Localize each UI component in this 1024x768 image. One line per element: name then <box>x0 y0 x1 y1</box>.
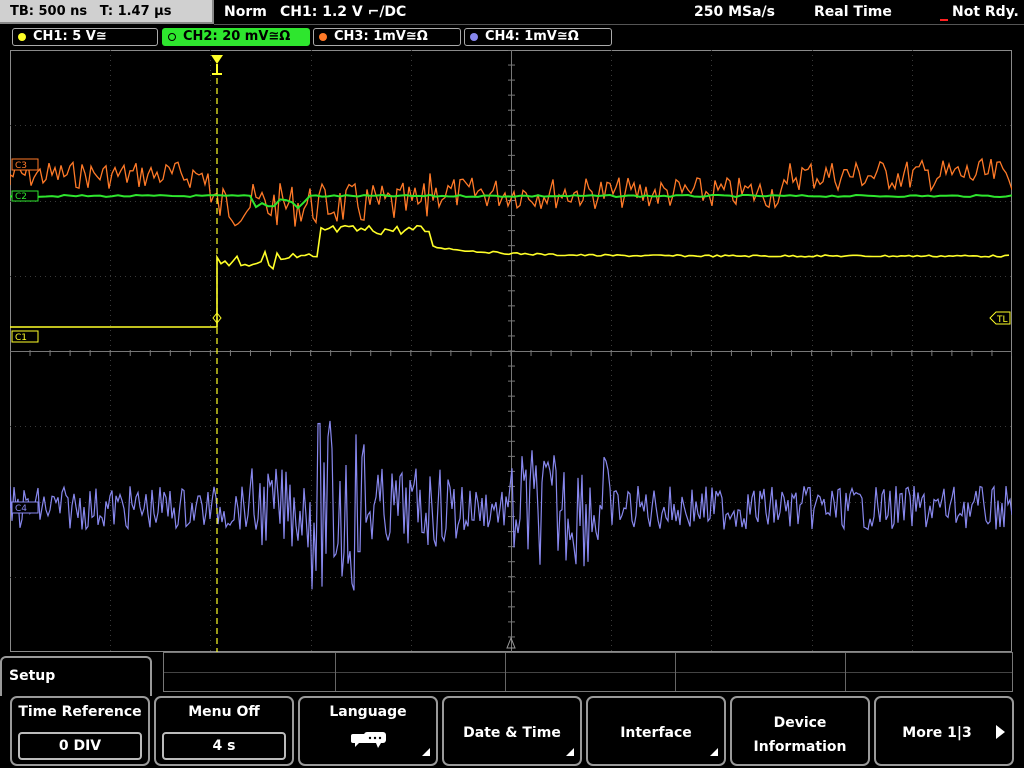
time-reference-value: 0 DIV <box>18 732 142 760</box>
trigger-mode: Norm <box>224 4 267 20</box>
ch4-dot-icon <box>470 33 478 41</box>
ch4-marker-label: C4 <box>15 504 27 514</box>
timeline-tick <box>335 653 336 691</box>
tab-ch4[interactable]: CH4: 1mV≅Ω <box>464 28 612 46</box>
timebase-readout: TB: 500 ns <box>10 4 88 19</box>
memory-timeline <box>163 652 1013 692</box>
ch3-marker-label: C3 <box>15 161 27 171</box>
ch1-dot-icon <box>18 33 26 41</box>
trigger-level-marker[interactable]: TL <box>989 311 1011 325</box>
more-button[interactable]: More 1|3 <box>874 696 1014 766</box>
menu-off-value: 4 s <box>162 732 286 760</box>
trigger-position-icon[interactable] <box>211 55 223 75</box>
menu-off-label: Menu Off <box>188 704 260 720</box>
ch1-marker[interactable]: C1 <box>11 330 39 343</box>
acquisition-state: Not Rdy. <box>952 4 1019 20</box>
ch3-label: CH3: 1mV≅Ω <box>334 29 428 44</box>
tab-ch3[interactable]: CH3: 1mV≅Ω <box>313 28 461 46</box>
device-information-button[interactable]: Device Information <box>730 696 870 766</box>
ch2-dot-icon <box>168 33 176 41</box>
menu-title: Setup <box>0 656 152 696</box>
trigger-level-label: TL <box>996 315 1008 325</box>
submenu-indicator-icon <box>422 748 430 756</box>
sample-rate: 250 MSa/s <box>694 4 776 20</box>
ch2-label: CH2: 20 mV≅Ω <box>183 29 291 44</box>
trigger-setting: CH1: 1.2 V ⌐/DC <box>280 4 407 20</box>
ch1-label: CH1: 5 V≅ <box>33 29 107 44</box>
date-time-button[interactable]: Date & Time <box>442 696 582 766</box>
menu-title-label: Setup <box>9 668 56 684</box>
ch1-marker-label: C1 <box>15 333 27 343</box>
tab-ch2[interactable]: CH2: 20 mV≅Ω <box>162 28 310 46</box>
ch2-marker-label: C2 <box>15 192 27 202</box>
graticule <box>10 50 1012 652</box>
state-indicator <box>940 19 948 21</box>
ch4-label: CH4: 1mV≅Ω <box>485 29 579 44</box>
time-reference-button[interactable]: Time Reference 0 DIV <box>10 696 150 766</box>
status-bar: TB: 500 ns T: 1.47 µs Norm CH1: 1.2 V ⌐/… <box>0 0 1024 26</box>
language-button[interactable]: Language <box>298 696 438 766</box>
interface-button[interactable]: Interface <box>586 696 726 766</box>
timeline-midline <box>164 672 1012 673</box>
submenu-indicator-icon <box>566 748 574 756</box>
next-page-icon <box>996 725 1005 739</box>
ch2-marker[interactable]: C2 <box>11 190 39 202</box>
trigger-time-readout: T: 1.47 µs <box>99 4 172 19</box>
speech-bubbles-icon <box>351 732 386 748</box>
device-information-label-line1: Device <box>773 715 827 731</box>
interface-label: Interface <box>620 725 692 741</box>
acquisition-mode: Real Time <box>814 4 892 20</box>
submenu-indicator-icon <box>710 748 718 756</box>
timeline-tick <box>505 653 506 691</box>
ch1-waveform <box>10 224 1010 328</box>
ch3-dot-icon <box>319 33 327 41</box>
ch3-marker[interactable]: C3 <box>11 158 39 171</box>
waveform-canvas[interactable]: C3 C2 C1 C4 TL <box>10 50 1012 652</box>
device-information-label-line2: Information <box>753 739 847 755</box>
waveform-display[interactable]: C3 C2 C1 C4 TL <box>10 50 1012 652</box>
timeline-tick <box>845 653 846 691</box>
time-reference-label: Time Reference <box>18 704 142 720</box>
date-time-label: Date & Time <box>463 725 561 741</box>
divider <box>214 24 1024 25</box>
tab-ch1[interactable]: CH1: 5 V≅ <box>12 28 158 46</box>
language-label: Language <box>329 704 407 720</box>
menu-off-button[interactable]: Menu Off 4 s <box>154 696 294 766</box>
timebase-box[interactable]: TB: 500 ns T: 1.47 µs <box>0 0 214 24</box>
ch4-marker[interactable]: C4 <box>11 501 39 514</box>
more-label: More 1|3 <box>902 725 972 741</box>
timeline-tick <box>675 653 676 691</box>
